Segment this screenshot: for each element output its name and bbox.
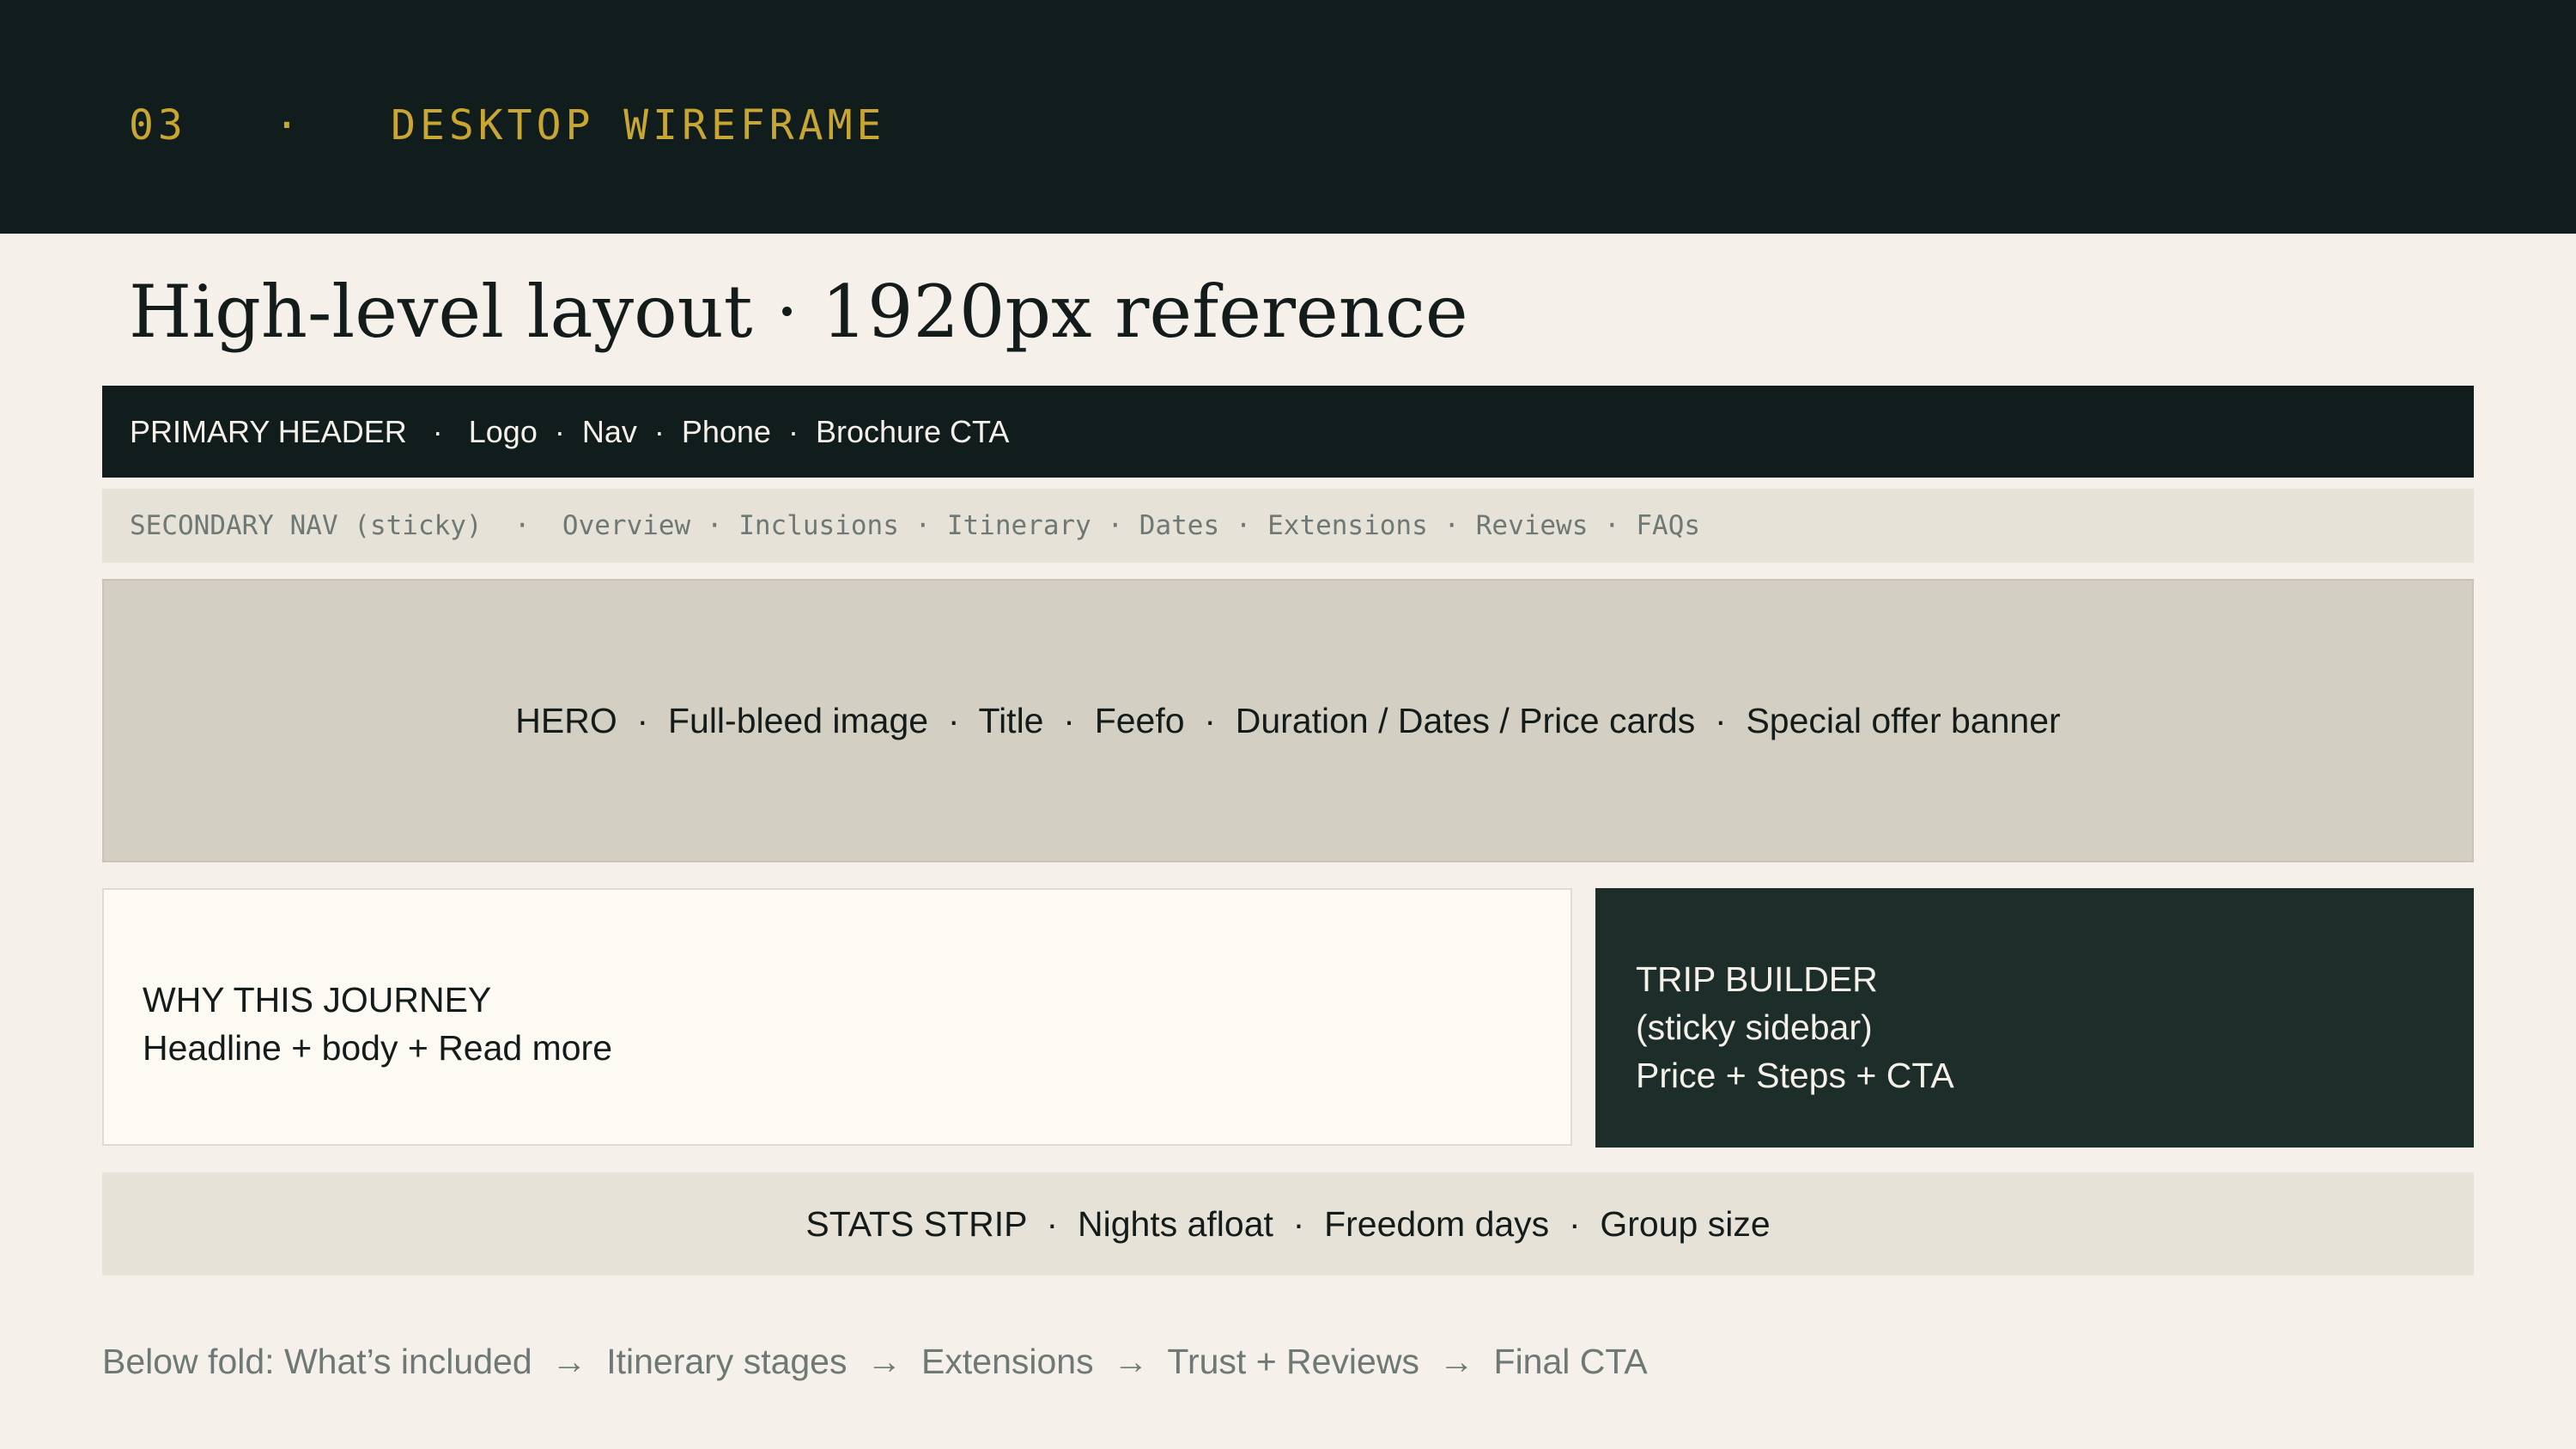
page-title: High-level layout · 1920px reference bbox=[129, 270, 1468, 354]
hero-block: HERO · Full-bleed image · Title · Feefo … bbox=[102, 579, 2474, 862]
secondary-nav-label: SECONDARY NAV (sticky) · Overview · Incl… bbox=[130, 510, 1701, 541]
top-banner: 03 · DESKTOP WIREFRAME bbox=[0, 0, 2576, 234]
trip-builder-note: (sticky sidebar) bbox=[1636, 1008, 1873, 1047]
trip-builder-heading: TRIP BUILDER bbox=[1636, 959, 1878, 999]
trip-builder-text: TRIP BUILDER (sticky sidebar) Price + St… bbox=[1636, 955, 1954, 1099]
hero-label: HERO · Full-bleed image · Title · Feefo … bbox=[515, 700, 2061, 740]
why-this-journey-text: WHY THIS JOURNEY Headline + body + Read … bbox=[143, 976, 612, 1072]
section-kicker: 03 · DESKTOP WIREFRAME bbox=[129, 101, 886, 149]
secondary-nav-block: SECONDARY NAV (sticky) · Overview · Incl… bbox=[102, 489, 2474, 563]
primary-header-label: PRIMARY HEADER · Logo · Nav · Phone · Br… bbox=[130, 414, 1010, 449]
why-this-journey-detail: Headline + body + Read more bbox=[143, 1028, 613, 1068]
stats-strip-label: STATS STRIP · Nights afloat · Freedom da… bbox=[805, 1203, 1771, 1244]
why-this-journey-heading: WHY THIS JOURNEY bbox=[143, 980, 492, 1020]
primary-header-block: PRIMARY HEADER · Logo · Nav · Phone · Br… bbox=[102, 386, 2474, 478]
below-fold-flow: Below fold: What’s included → Itinerary … bbox=[102, 1342, 1648, 1381]
trip-builder-detail: Price + Steps + CTA bbox=[1636, 1056, 1954, 1095]
why-this-journey-block: WHY THIS JOURNEY Headline + body + Read … bbox=[102, 888, 1572, 1146]
trip-builder-block: TRIP BUILDER (sticky sidebar) Price + St… bbox=[1595, 888, 2474, 1148]
stats-strip-block: STATS STRIP · Nights afloat · Freedom da… bbox=[102, 1172, 2474, 1275]
